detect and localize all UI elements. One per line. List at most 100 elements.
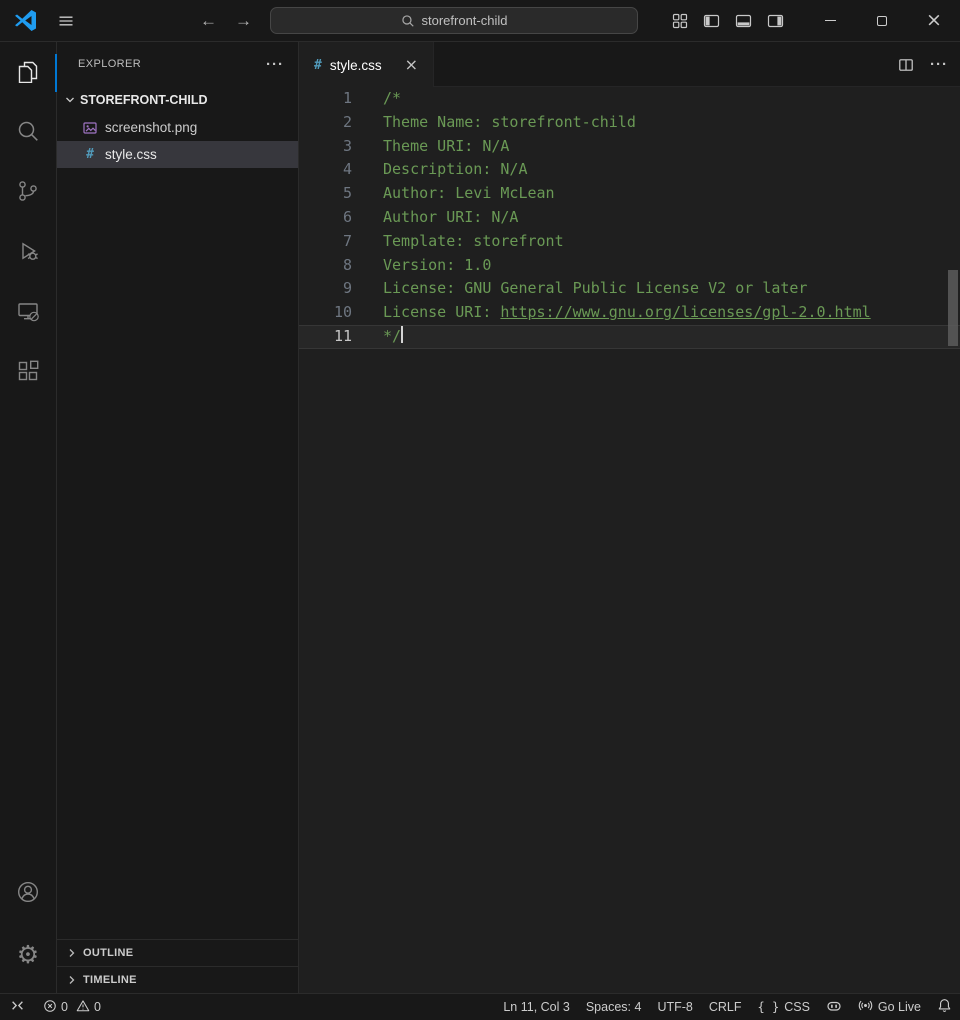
eol-button[interactable]: CRLF [701,994,750,1020]
close-tab-button[interactable]: × [402,56,421,74]
language-label: CSS [784,1000,810,1014]
file-name: screenshot.png [105,120,197,135]
close-window-button[interactable]: × [908,0,960,41]
go-live-button[interactable]: Go Live [850,994,929,1020]
search-icon [401,14,415,28]
timeline-section-label: TIMELINE [83,974,137,986]
explorer-activity-button[interactable] [0,47,57,99]
back-button[interactable]: ← [200,11,217,31]
warning-icon [76,999,90,1016]
notifications-button[interactable] [929,994,960,1020]
file-row-screenshot-png[interactable]: screenshot.png [57,114,298,141]
code-line[interactable]: 8 Version: 1.0 [299,254,960,278]
code-editor[interactable]: 1/* 2 Theme Name: storefront-child 3 Theme… [299,87,960,993]
forward-button[interactable]: → [235,11,252,31]
search-icon [16,119,40,148]
error-count: 0 [61,1000,68,1014]
activity-bar: ⚙ [0,42,57,993]
indentation-button[interactable]: Spaces: 4 [578,994,650,1020]
line-number[interactable]: 8 [299,254,352,278]
source-control-activity-button[interactable] [0,167,57,219]
file-row-style-css[interactable]: # style.css [57,141,298,168]
toggle-secondary-sidebar-icon[interactable] [767,13,784,29]
code-text: Theme URI: N/A [383,135,509,159]
timeline-section-header[interactable]: TIMELINE [57,966,298,993]
css-file-icon: # [82,147,98,163]
code-line[interactable]: 2 Theme Name: storefront-child [299,111,960,135]
code-text: Version: 1.0 [383,254,491,278]
line-number[interactable]: 5 [299,182,352,206]
css-file-icon: # [314,58,322,73]
line-number[interactable]: 3 [299,135,352,159]
copilot-status-button[interactable] [818,994,850,1020]
code-line-current[interactable]: 11*/ [299,325,960,349]
remote-icon [10,998,25,1016]
minimize-button[interactable] [804,0,856,41]
code-text: Author URI: N/A [383,206,518,230]
accounts-button[interactable] [0,868,57,920]
remote-explorer-activity-button[interactable] [0,287,57,339]
code-line[interactable]: 5 Author: Levi McLean [299,182,960,206]
problems-button[interactable]: 0 0 [35,994,113,1020]
code-line[interactable]: 10License URI: https://www.gnu.org/licen… [299,301,960,325]
cursor-position-button[interactable]: Ln 11, Col 3 [495,994,577,1020]
title-bar: ← → storefront-child [0,0,960,42]
code-line[interactable]: 4Description: N/A [299,158,960,182]
code-line[interactable]: 3 Theme URI: N/A [299,135,960,159]
line-number[interactable]: 4 [299,158,352,182]
maximize-button[interactable] [856,0,908,41]
toggle-primary-sidebar-icon[interactable] [703,13,720,29]
split-editor-icon[interactable] [898,57,914,73]
vscode-window: ← → storefront-child [0,0,960,1020]
outline-section-label: OUTLINE [83,947,133,959]
encoding-button[interactable]: UTF-8 [649,994,700,1020]
search-activity-button[interactable] [0,107,57,159]
language-mode-button[interactable]: { } CSS [750,994,818,1020]
tab-style-css[interactable]: # style.css × [299,42,434,88]
editor-more-actions-button[interactable]: ··· [930,57,948,72]
settings-button[interactable]: ⚙ [0,928,57,980]
run-and-debug-activity-button[interactable] [0,227,57,279]
sidebar-title: EXPLORER [78,58,141,70]
files-icon [16,59,40,88]
code-text: Template: storefront [383,230,564,254]
customize-layout-icon[interactable] [672,13,688,29]
code-line[interactable]: 1/* [299,87,960,111]
line-number[interactable]: 9 [299,277,352,301]
warning-count: 0 [94,1000,101,1014]
code-line[interactable]: 7 Template: storefront [299,230,960,254]
code-line[interactable]: 6 Author URI: N/A [299,206,960,230]
bell-icon [937,998,952,1016]
command-center-search[interactable]: storefront-child [270,7,638,34]
remote-indicator-button[interactable] [0,994,35,1020]
remote-explorer-icon [16,299,40,328]
url-link[interactable]: https://www.gnu.org/licenses/gpl-2.0.htm… [500,303,870,321]
tab-bar: # style.css × ··· [299,42,960,87]
line-number[interactable]: 7 [299,230,352,254]
outline-section-header[interactable]: OUTLINE [57,939,298,966]
explorer-more-actions-button[interactable]: ··· [266,57,284,72]
toggle-panel-icon[interactable] [735,13,752,29]
copilot-icon [826,998,842,1017]
editor-scrollbar[interactable] [948,270,958,346]
cursor-caret [401,326,403,343]
chevron-down-icon [63,93,77,107]
command-center-text: storefront-child [422,13,508,28]
vscode-logo-icon [13,8,38,33]
line-number[interactable]: 11 [299,325,352,349]
menu-icon[interactable] [54,9,78,33]
code-text: Author: Levi McLean [383,182,555,206]
gear-icon: ⚙ [17,942,39,967]
account-icon [16,880,40,909]
line-number[interactable]: 1 [299,87,352,111]
extensions-activity-button[interactable] [0,347,57,399]
line-number[interactable]: 6 [299,206,352,230]
line-number[interactable]: 2 [299,111,352,135]
broadcast-icon [858,998,873,1016]
go-live-label: Go Live [878,1000,921,1014]
code-text: Theme Name: storefront-child [383,111,636,135]
code-line[interactable]: 9 License: GNU General Public License V2 … [299,277,960,301]
line-number[interactable]: 10 [299,301,352,325]
code-text: License: GNU General Public License V2 o… [383,277,807,301]
root-folder-row[interactable]: STOREFRONT-CHILD [57,86,298,114]
